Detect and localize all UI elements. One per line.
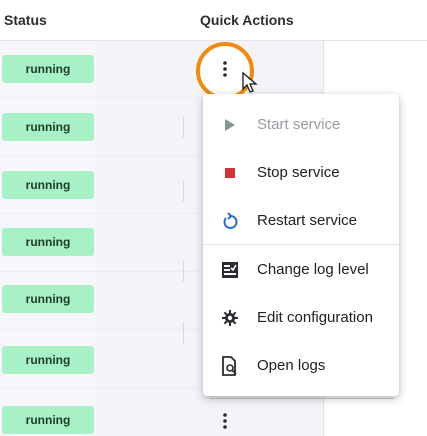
quick-actions-column-header[interactable]: Quick Actions bbox=[200, 12, 294, 28]
menu-item-label: Change log level bbox=[257, 261, 369, 278]
status-badge: running bbox=[2, 346, 94, 374]
menu-item-label: Start service bbox=[257, 116, 341, 133]
menu-separator bbox=[203, 244, 399, 245]
status-badge: running bbox=[2, 406, 94, 434]
menu-item-open-logs[interactable]: Open logs bbox=[203, 344, 399, 388]
menu-item-label: Restart service bbox=[257, 212, 358, 229]
menu-item-stop-service[interactable]: Stop service bbox=[203, 151, 399, 195]
log-level-icon bbox=[219, 259, 241, 281]
menu-item-label: Edit configuration bbox=[257, 309, 373, 326]
status-badge: running bbox=[2, 171, 94, 199]
status-badge: running bbox=[2, 228, 94, 256]
header-spacer bbox=[324, 0, 427, 40]
hidden-row-icons bbox=[183, 94, 205, 396]
menu-item-label: Open logs bbox=[257, 357, 326, 374]
menu-item-label: Stop service bbox=[257, 164, 340, 181]
kebab-menu-button[interactable] bbox=[218, 410, 232, 432]
menu-item-start-service[interactable]: Start service bbox=[203, 103, 399, 147]
menu-bottom-line bbox=[210, 398, 394, 399]
kebab-icon bbox=[223, 413, 227, 429]
menu-item-change-log-level[interactable]: Change log level bbox=[203, 248, 399, 292]
quick-actions-menu: Start service Stop service Restart servi… bbox=[203, 94, 399, 396]
kebab-icon bbox=[223, 61, 227, 77]
restart-icon bbox=[219, 210, 241, 232]
gear-icon bbox=[219, 307, 241, 329]
kebab-menu-button[interactable] bbox=[218, 58, 232, 80]
stop-icon bbox=[219, 162, 241, 184]
status-badge: running bbox=[2, 285, 94, 313]
services-table-view: Status Quick Actions running running run… bbox=[0, 0, 427, 436]
mouse-cursor-icon bbox=[242, 71, 258, 99]
menu-item-restart-service[interactable]: Restart service bbox=[203, 199, 399, 243]
play-icon bbox=[219, 114, 241, 136]
status-badge: running bbox=[2, 113, 94, 141]
status-badge: running bbox=[2, 55, 94, 83]
menu-item-edit-configuration[interactable]: Edit configuration bbox=[203, 296, 399, 340]
status-column-header[interactable]: Status bbox=[4, 12, 47, 28]
open-logs-icon bbox=[219, 355, 241, 377]
table-header: Status Quick Actions bbox=[0, 0, 427, 41]
